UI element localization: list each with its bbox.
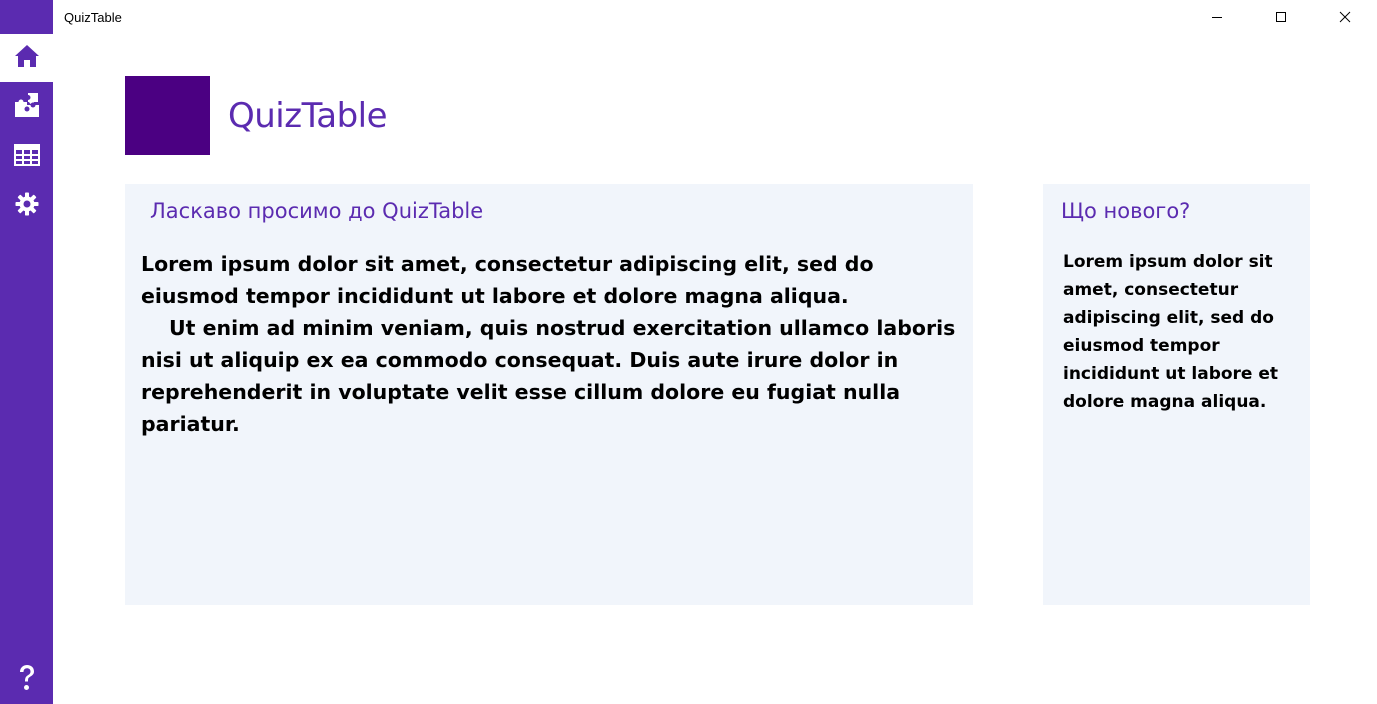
help-icon xyxy=(17,664,37,696)
whats-new-text: Lorem ipsum dolor sit amet, consectetur … xyxy=(1063,252,1279,412)
title-bar-accent xyxy=(0,0,53,34)
welcome-panel: Ласкаво просимо до QuizTable Lorem ipsum… xyxy=(125,184,973,605)
maximize-icon xyxy=(1275,11,1287,23)
window-title: QuizTable xyxy=(64,10,122,25)
welcome-paragraph-1: Lorem ipsum dolor sit amet, consectetur … xyxy=(141,252,874,308)
gear-icon xyxy=(15,192,39,220)
close-icon xyxy=(1339,11,1351,23)
title-bar: QuizTable xyxy=(0,0,1377,34)
puzzle-icon xyxy=(14,92,40,122)
minimize-icon xyxy=(1211,11,1223,23)
home-icon xyxy=(14,44,40,72)
sidebar-item-table[interactable] xyxy=(0,133,53,181)
sidebar-item-quizzes[interactable] xyxy=(0,83,53,131)
welcome-paragraph-2: Ut enim ad minim veniam, quis nostrud ex… xyxy=(141,316,956,436)
sidebar-item-home[interactable] xyxy=(0,34,53,82)
app-logo xyxy=(125,76,210,155)
table-icon xyxy=(13,144,40,170)
whats-new-heading: Що нового? xyxy=(1061,199,1191,223)
welcome-text: Lorem ipsum dolor sit amet, consectetur … xyxy=(141,248,959,440)
sidebar-item-settings[interactable] xyxy=(0,182,53,230)
whats-new-panel: Що нового? Lorem ipsum dolor sit amet, c… xyxy=(1043,184,1310,605)
sidebar xyxy=(0,34,53,704)
welcome-heading: Ласкаво просимо до QuizTable xyxy=(150,199,484,223)
sidebar-item-help[interactable] xyxy=(0,656,53,704)
maximize-button[interactable] xyxy=(1249,0,1313,34)
page-title: QuizTable xyxy=(228,96,388,136)
minimize-button[interactable] xyxy=(1185,0,1249,34)
close-button[interactable] xyxy=(1313,0,1377,34)
app-window: QuizTable QuizTable Ласкаво просимо до Q… xyxy=(0,0,1377,704)
